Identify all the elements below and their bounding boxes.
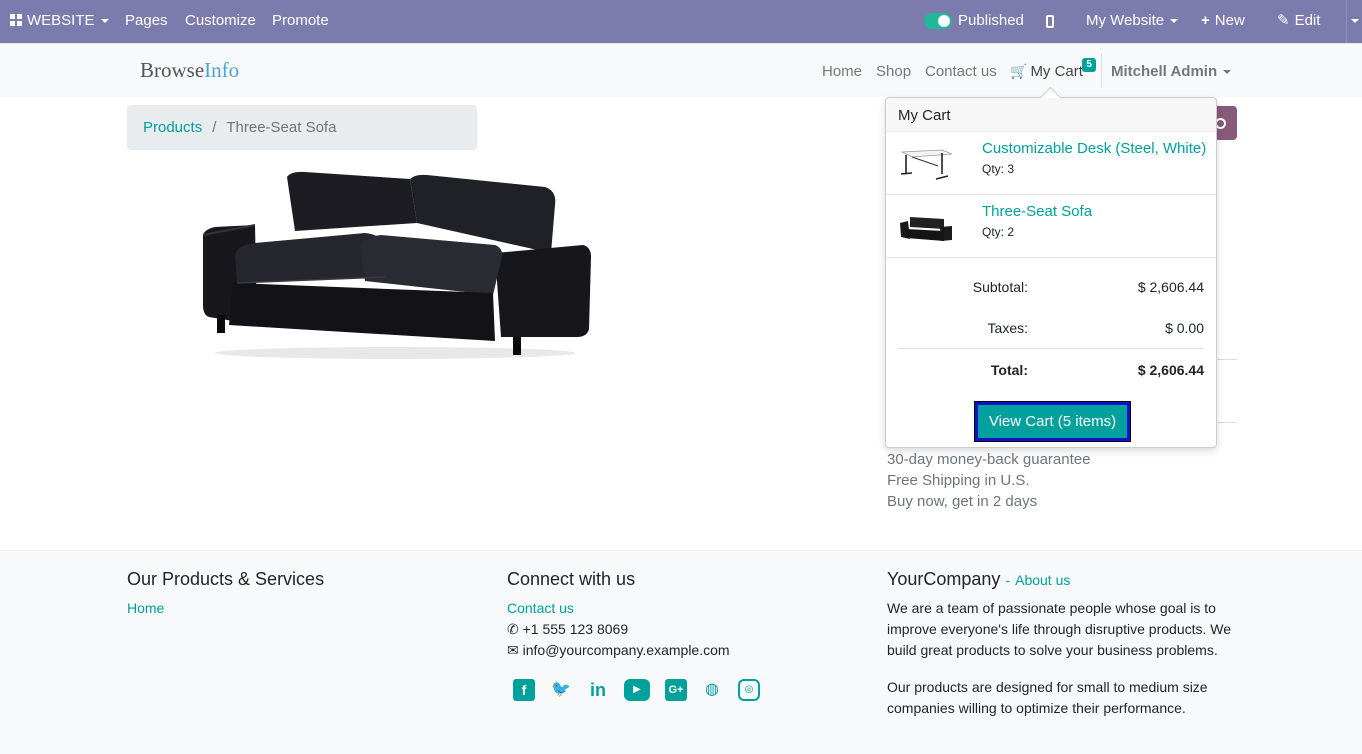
breadcrumb-products[interactable]: Products (143, 119, 202, 136)
website-menu[interactable]: WEBSITE (10, 0, 109, 43)
chevron-down-icon (1351, 19, 1359, 24)
guarantee-item: Free Shipping in U.S. (887, 472, 1030, 489)
cart-line: Customizable Desk (Steel, White) Qty: 3 (886, 132, 1216, 195)
site-header: BrowseInfo Home Shop Contact us 🛒 My Cart… (0, 43, 1362, 97)
subtotal-label: Subtotal: (972, 279, 1028, 295)
admin-bar: WEBSITE Pages Customize Promote Publishe… (0, 0, 1362, 43)
total-value: $ 2,606.44 (1137, 362, 1204, 378)
divider (1216, 422, 1237, 423)
footer-col-connect: Connect with us Contact us ✆ +1 555 123 … (507, 569, 847, 749)
footer-col-about: YourCompany - About us We are a team of … (887, 569, 1232, 719)
facebook-icon[interactable]: f (513, 679, 535, 701)
my-website-menu[interactable]: My Website (1086, 0, 1179, 43)
cart-popover: My Cart Customizable Desk (Steel, White)… (885, 97, 1217, 448)
email-address: info@yourcompany.example.com (522, 642, 730, 658)
breadcrumb-separator: / (212, 119, 217, 136)
cart-label: My Cart (1030, 63, 1083, 80)
twitter-icon[interactable]: 🐦 (550, 679, 572, 701)
nav-home[interactable]: Home (822, 63, 862, 80)
taxes-label: Taxes: (987, 320, 1028, 336)
mobile-preview-button[interactable] (1046, 0, 1054, 43)
brand-logo-text-a: Browse (140, 58, 205, 82)
about-paragraph: Our products are designed for small to m… (887, 679, 1208, 716)
brand-logo-text-b: Info (204, 58, 240, 82)
phone-icon: ✆ (507, 621, 519, 637)
pencil-icon: ✎ (1277, 12, 1290, 29)
google-plus-icon[interactable]: G+ (665, 679, 687, 701)
mobile-phone-icon (1046, 14, 1054, 28)
guarantee-list: 30-day money-back guarantee Free Shippin… (887, 449, 1090, 512)
nav-my-cart[interactable]: 🛒 My Cart 5 (1010, 58, 1096, 80)
published-toggle[interactable]: Published (924, 0, 1024, 43)
cart-count-badge: 5 (1082, 58, 1096, 72)
sofa-thumbnail[interactable] (898, 207, 954, 247)
site-footer: Our Products & Services Home Connect wit… (0, 550, 1362, 754)
phone-number: +1 555 123 8069 (522, 621, 629, 637)
chevron-down-icon (100, 19, 109, 24)
new-button[interactable]: + New (1201, 0, 1245, 43)
product-image[interactable] (195, 165, 600, 365)
youtube-icon[interactable]: ▶ (624, 679, 650, 701)
nav-shop[interactable]: Shop (876, 63, 911, 80)
chevron-down-icon (1170, 19, 1179, 24)
customize-menu[interactable]: Customize (185, 0, 256, 43)
apps-grid-icon (10, 14, 22, 26)
company-name: YourCompany (887, 569, 1001, 589)
title-dash: - (1005, 572, 1011, 588)
promote-menu[interactable]: Promote (272, 0, 329, 43)
footer-email: ✉ info@yourcompany.example.com (507, 640, 847, 661)
breadcrumb-current: Three-Seat Sofa (226, 119, 337, 136)
shopping-cart-icon: 🛒 (1010, 63, 1028, 79)
edit-button[interactable]: ✎ Edit (1277, 0, 1320, 43)
about-paragraph: We are a team of passionate people whose… (887, 600, 1232, 658)
cart-line-product-name[interactable]: Customizable Desk (Steel, White) (982, 140, 1206, 157)
nav-divider (1101, 54, 1102, 88)
divider (1216, 359, 1237, 360)
user-menu[interactable]: Mitchell Admin (1111, 63, 1232, 80)
website-menu-label: WEBSITE (27, 12, 95, 29)
my-website-label: My Website (1086, 12, 1165, 29)
nav-contact-us[interactable]: Contact us (925, 63, 997, 80)
published-label: Published (958, 12, 1024, 29)
edit-label: Edit (1294, 12, 1321, 29)
cart-line: Three-Seat Sofa Qty: 2 (886, 195, 1216, 258)
footer-col-title: YourCompany - About us (887, 569, 1232, 590)
cart-line-quantity: Qty: 2 (982, 225, 1015, 239)
footer-link-home[interactable]: Home (127, 598, 467, 619)
footer-phone: ✆ +1 555 123 8069 (507, 619, 847, 640)
user-name: Mitchell Admin (1111, 63, 1218, 80)
desk-thumbnail[interactable] (898, 144, 954, 184)
taxes-value: $ 0.00 (1165, 320, 1204, 336)
social-icons: f 🐦 in ▶ G+ ◍ ◎ (507, 679, 767, 703)
view-cart-button[interactable]: View Cart (5 items) (974, 401, 1131, 442)
instagram-icon[interactable]: ◎ (738, 679, 760, 701)
plus-icon: + (1201, 12, 1210, 29)
github-icon[interactable]: ◍ (701, 679, 723, 701)
breadcrumb: Products / Three-Seat Sofa (127, 105, 477, 150)
toggle-switch-icon (924, 13, 952, 30)
footer-col-title: Connect with us (507, 569, 636, 589)
subtotal-value: $ 2,606.44 (1137, 279, 1204, 295)
envelope-icon: ✉ (507, 642, 519, 658)
footer-col-title: Our Products & Services (127, 569, 325, 589)
pages-menu[interactable]: Pages (125, 0, 168, 43)
more-menu[interactable] (1346, 0, 1362, 43)
cart-line-product-name[interactable]: Three-Seat Sofa (982, 203, 1092, 220)
linkedin-icon[interactable]: in (587, 679, 609, 701)
new-label: New (1214, 12, 1245, 29)
chevron-down-icon (1223, 70, 1232, 75)
footer-col-products: Our Products & Services Home (127, 569, 467, 619)
cart-popover-title: My Cart (886, 98, 1216, 132)
brand-logo[interactable]: BrowseInfo (140, 58, 239, 83)
guarantee-item: 30-day money-back guarantee (887, 451, 1091, 468)
footer-link-contact-us[interactable]: Contact us (507, 598, 847, 619)
totals-divider (898, 348, 1204, 349)
total-label: Total: (990, 362, 1028, 378)
cart-line-quantity: Qty: 3 (982, 162, 1015, 176)
footer-link-about-us[interactable]: About us (1015, 572, 1070, 588)
guarantee-item: Buy now, get in 2 days (887, 493, 1038, 510)
